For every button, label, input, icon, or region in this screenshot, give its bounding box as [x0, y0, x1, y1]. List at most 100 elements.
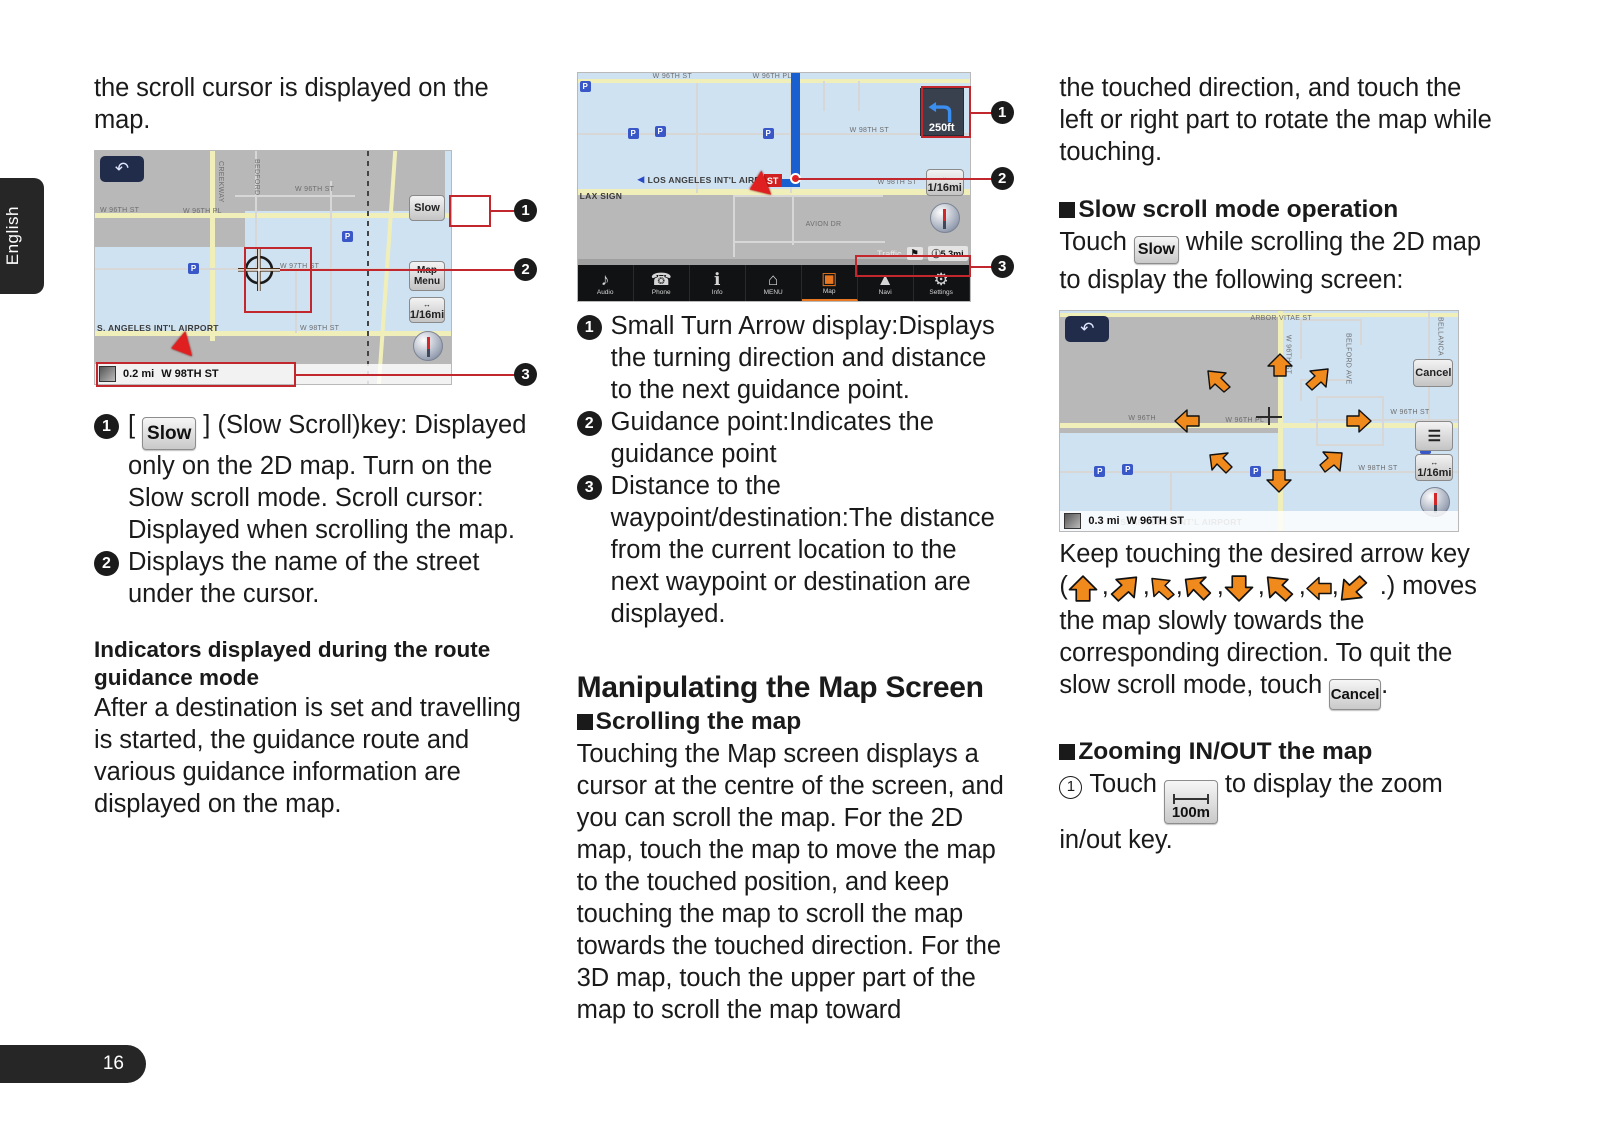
arrow-key-up-right[interactable] — [1208, 451, 1234, 475]
left-intro-text: the scroll cursor is displayed on the ma… — [94, 74, 489, 134]
slow-scroll-body: Touch Slow while scrolling the 2D map to… — [1059, 228, 1481, 294]
callout-box-2 — [244, 247, 312, 313]
arrow-glyph-right — [1150, 575, 1176, 605]
map-menu-key[interactable]: MapMenu — [409, 261, 445, 291]
parking-marker: P — [342, 231, 353, 242]
bullet-number: 3 — [576, 475, 602, 500]
callout-box-1 — [920, 86, 971, 138]
guidance-route — [790, 73, 800, 185]
square-bullet-icon — [1059, 744, 1076, 760]
parking-marker: P — [1250, 466, 1262, 477]
callout-number-1: 1 — [514, 199, 537, 222]
map-screen-3[interactable]: ARBOR VITAE ST BELLANCA BELFORD AVE W 96… — [1059, 310, 1460, 532]
list-icon-key[interactable]: ☰ — [1415, 421, 1454, 451]
list-item-text: [ Slow ] (Slow Scroll)key: Displayed onl… — [128, 409, 529, 546]
keep-touching-paragraph: Keep touching the desired arrow key (,,,… — [1059, 538, 1494, 710]
map-scale-key[interactable]: ↔ 1/16mi — [1415, 454, 1454, 481]
parking-marker: P — [654, 126, 666, 137]
figure-route-guidance-map: W 96TH ST W 96TH PL W 98TH ST LOS ANGELE… — [576, 72, 1014, 310]
compass-icon[interactable] — [413, 331, 443, 361]
indicators-heading: Indicators displayed during the route gu… — [94, 637, 491, 690]
map-split-icon: ▣ — [821, 268, 838, 288]
arrow-key-down-left[interactable] — [1318, 449, 1344, 473]
toolbar-item-phone[interactable]: ☎ Phone — [634, 265, 690, 301]
callout-number-3: 3 — [514, 363, 537, 386]
callout-number-2: 2 — [990, 167, 1014, 190]
slow-key-chip[interactable]: Slow — [1133, 236, 1179, 264]
list-item-text: Distance to the waypoint/destination:The… — [610, 472, 995, 628]
info-icon: ℹ — [713, 269, 721, 289]
parking-marker: P — [627, 128, 639, 139]
figure-2d-map-scroll-cursor: CREEKWAY BEDFORD W 96TH ST W 96TH ST W 9… — [94, 150, 537, 395]
callout-number-2: 2 — [514, 258, 537, 281]
arrow-glyph-up-left — [1339, 575, 1373, 605]
indicators-body: After a destination is set and travellin… — [94, 694, 521, 818]
arrow-key-down-right[interactable] — [1304, 367, 1330, 391]
middle-column: W 96TH ST W 96TH PL W 98TH ST LOS ANGELE… — [576, 72, 1014, 1032]
street-bar-icon — [1064, 513, 1082, 529]
sub-heading-scrolling-map: Scrolling the map — [576, 706, 1012, 738]
bracket-open: [ — [128, 411, 136, 439]
sub-heading-zooming: Zooming IN/OUT the map — [1059, 736, 1494, 768]
map-scale-key[interactable]: ↔ 1/16mi — [925, 169, 964, 196]
callout-number-1: 1 — [990, 101, 1014, 124]
arrow-key-up-left[interactable] — [1206, 369, 1232, 393]
callout-leader-1 — [491, 210, 516, 212]
list-item: 2 Displays the name of the street under … — [94, 546, 529, 610]
section-title: Manipulating the Map Screen — [576, 671, 984, 704]
phone-handset-icon: ☎ — [650, 269, 672, 289]
home-icon: ⌂ — [768, 269, 779, 289]
list-item-text: Displays the name of the street under th… — [128, 548, 480, 608]
toolbar-item-map[interactable]: ▣ Map — [801, 265, 858, 301]
toolbar-item-menu[interactable]: ⌂ MENU — [746, 265, 802, 301]
map-scale-key[interactable]: ↔ 1/16mi — [409, 297, 445, 323]
page-number: 16 — [102, 1053, 124, 1074]
sub-heading-slow-scroll: Slow scroll mode operation — [1059, 194, 1494, 226]
callout-leader-3 — [970, 266, 993, 268]
toolbar-item-info[interactable]: ℹ Info — [690, 265, 746, 301]
bullet-number: 2 — [94, 551, 119, 576]
street-distance: 0.3 mi — [1088, 515, 1120, 527]
page-columns: the scroll cursor is displayed on the ma… — [94, 72, 1494, 1032]
square-bullet-icon — [1059, 202, 1076, 218]
bullet-number: 1 — [576, 315, 602, 340]
arrow-key-right[interactable] — [1346, 409, 1373, 433]
list-item: 1 Small Turn Arrow display:Displays the … — [576, 310, 1012, 406]
right-continued-text: the touched direction, and touch the lef… — [1059, 74, 1492, 166]
list-item: 2 Guidance point:Indicates the guidance … — [576, 406, 1012, 470]
cancel-key[interactable]: Cancel — [1413, 359, 1454, 387]
language-tab-label: English — [3, 206, 22, 266]
middle-callout-list: 1 Small Turn Arrow display:Displays the … — [576, 310, 1012, 630]
sentence-period: . — [1381, 671, 1389, 699]
arrow-key-left[interactable] — [1174, 409, 1201, 433]
keep-touching-pre: Keep touching the desired arrow key — [1059, 540, 1470, 568]
callout-leader-2 — [280, 269, 516, 271]
parking-marker: P — [1122, 464, 1134, 475]
bullet-number: 2 — [576, 411, 602, 436]
map-scale-key-chip[interactable]: 100m — [1163, 780, 1218, 824]
arrow-key-up[interactable] — [1267, 353, 1294, 377]
back-arrow-icon[interactable]: ↶ — [1065, 316, 1110, 342]
callout-box-3 — [96, 362, 296, 387]
callout-leader-3 — [294, 374, 516, 376]
arrow-key-down[interactable] — [1266, 469, 1293, 493]
parking-marker: P — [1094, 466, 1106, 477]
arrow-glyph-left — [1306, 575, 1332, 605]
back-arrow-icon[interactable]: ↶ — [100, 156, 144, 182]
slow-key-chip[interactable]: Slow — [142, 417, 197, 450]
slow-scroll-key[interactable]: Slow — [409, 195, 445, 221]
scrolling-map-body: Touching the Map screen displays a curso… — [576, 740, 1004, 1024]
arrow-glyph-up-right — [1109, 575, 1143, 605]
callout-leader-2 — [794, 178, 993, 180]
paren-open: ( — [1059, 572, 1068, 600]
list-item: 3 Distance to the waypoint/destination:T… — [576, 470, 1012, 630]
toolbar-item-audio[interactable]: ♪ Audio — [578, 265, 634, 301]
left-callout-list: 1 [ Slow ] (Slow Scroll)key: Displayed o… — [94, 409, 529, 610]
arrow-glyph-down — [1224, 575, 1258, 605]
compass-icon[interactable] — [929, 203, 960, 233]
arrow-glyph-down-right — [1183, 575, 1217, 605]
callout-box-3 — [854, 255, 971, 277]
cancel-key-chip[interactable]: Cancel — [1329, 679, 1382, 710]
language-tab: English — [0, 178, 44, 294]
street-name: W 96TH ST — [1126, 515, 1184, 527]
